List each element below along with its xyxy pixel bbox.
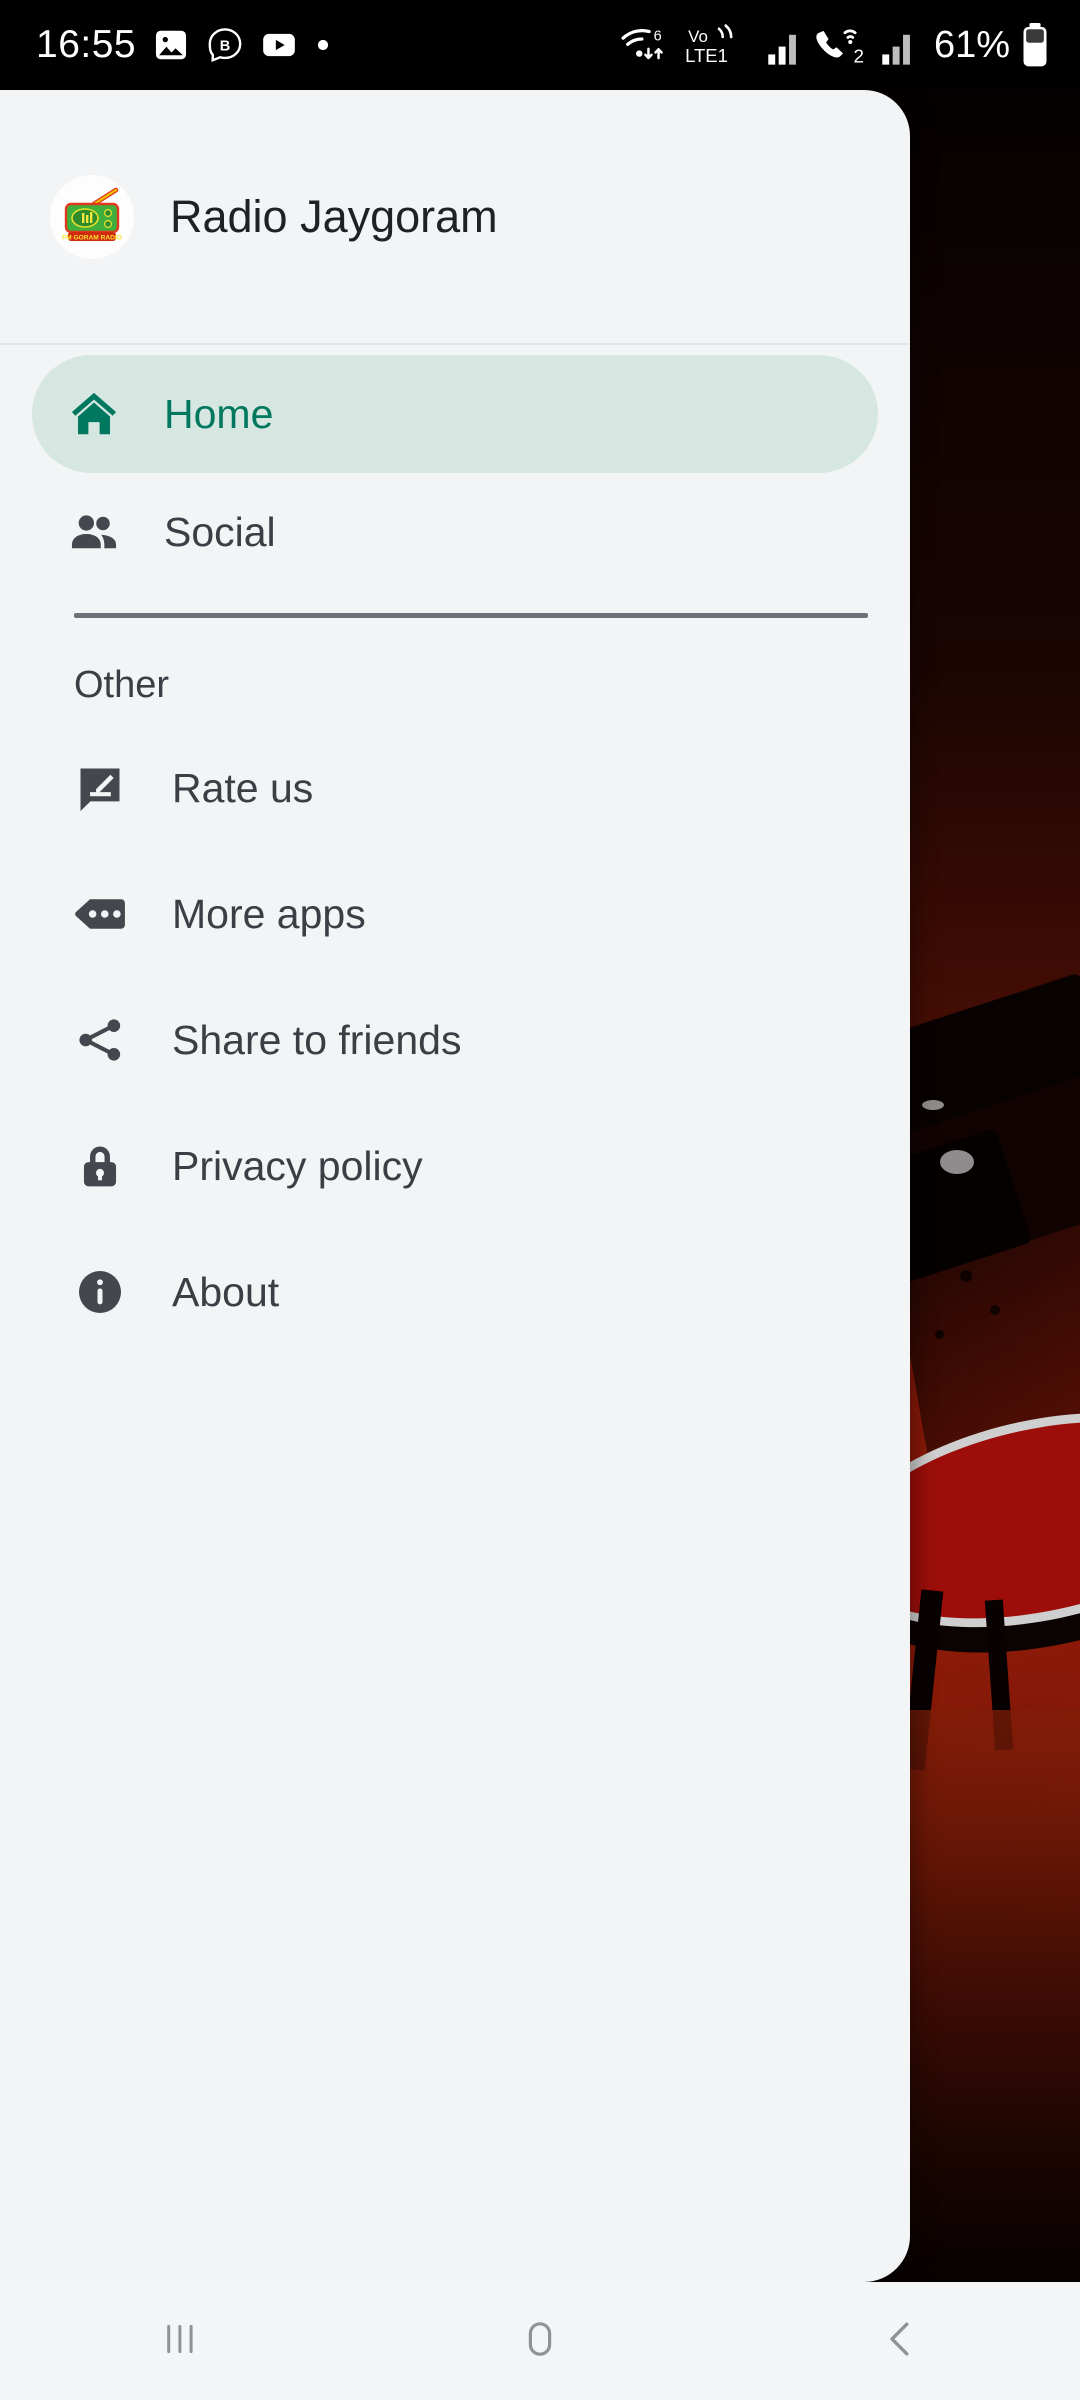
- nav-item-share-to-friends-label: Share to friends: [172, 1016, 462, 1063]
- status-bar-right: 6 Vo LTE1 2 61%: [620, 22, 1050, 68]
- svg-text:2: 2: [854, 45, 864, 66]
- more-notifications-dot-icon: [314, 36, 332, 54]
- bg-dot-3: [935, 1330, 944, 1339]
- more-apps-tag-icon: [72, 886, 128, 942]
- home-icon: [66, 386, 122, 442]
- signal-bars-2-icon: [880, 23, 916, 67]
- rate-review-icon: [72, 760, 128, 816]
- nav-item-about-label: About: [172, 1268, 280, 1315]
- radio-jaygoram-logo: FM GORAM RADIO: [50, 174, 134, 259]
- volte-lte1-icon: Vo LTE1: [682, 23, 756, 67]
- drawer-header: FM GORAM RADIO Radio Jaygoram: [0, 90, 910, 345]
- nav-item-more-apps[interactable]: More apps: [0, 851, 910, 977]
- app-title: Radio Jaygoram: [170, 190, 498, 242]
- nav-item-share-to-friends[interactable]: Share to friends: [0, 977, 910, 1103]
- nav-item-privacy-policy-label: Privacy policy: [172, 1142, 423, 1189]
- bg-speck-1: [922, 1100, 944, 1110]
- status-bar: 16:55 B 6 Vo LTE1 2 61%: [0, 0, 1080, 90]
- navigation-drawer: FM GORAM RADIO Radio Jaygoram Home Socia…: [0, 90, 910, 2282]
- home-pill-icon: [512, 2311, 568, 2372]
- nav-item-rate-us[interactable]: Rate us: [0, 725, 910, 851]
- recents-button[interactable]: [95, 2282, 265, 2400]
- gallery-icon: [152, 26, 190, 64]
- nav-item-privacy-policy[interactable]: Privacy policy: [0, 1103, 910, 1229]
- battery-icon: [1020, 22, 1050, 68]
- youtube-icon: [260, 26, 298, 64]
- back-button[interactable]: [815, 2282, 985, 2400]
- bg-dot-1: [960, 1270, 972, 1282]
- nav-item-social-label: Social: [164, 508, 276, 555]
- b-messenger-icon: B: [206, 26, 244, 64]
- back-chevron-icon: [872, 2311, 928, 2372]
- svg-text:FM GORAM RADIO: FM GORAM RADIO: [62, 234, 122, 241]
- recents-bars-icon: [152, 2311, 208, 2372]
- svg-text:Vo: Vo: [688, 27, 708, 46]
- info-icon: [72, 1264, 128, 1320]
- bg-dot-2: [990, 1305, 1000, 1315]
- lock-icon: [72, 1138, 128, 1194]
- home-button[interactable]: [455, 2282, 625, 2400]
- battery-percentage-label: 61%: [933, 23, 1010, 66]
- svg-text:LTE1: LTE1: [685, 45, 728, 66]
- section-label-other: Other: [74, 664, 170, 706]
- share-icon: [72, 1012, 128, 1068]
- nav-item-home-label: Home: [164, 390, 274, 437]
- system-navigation-bar: [0, 2282, 1080, 2400]
- nav-item-rate-us-label: Rate us: [172, 764, 314, 811]
- people-icon: [66, 504, 122, 560]
- nav-item-home[interactable]: Home: [32, 355, 878, 473]
- svg-text:6: 6: [654, 28, 662, 44]
- wifi-calling-2-icon: 2: [812, 23, 870, 67]
- status-bar-clock: 16:55: [36, 23, 137, 66]
- status-bar-left: 16:55 B: [36, 23, 332, 67]
- drawer-main-nav-list: Home Social: [0, 345, 910, 591]
- nav-item-social[interactable]: Social: [32, 473, 878, 591]
- drawer-other-list: Rate us More apps Share to friends Priva…: [0, 725, 910, 1355]
- signal-bars-1-icon: [766, 23, 802, 67]
- wifi-6-icon: 6: [620, 23, 672, 67]
- nav-item-more-apps-label: More apps: [172, 890, 366, 937]
- svg-text:B: B: [220, 39, 231, 55]
- nav-item-about[interactable]: About: [0, 1229, 910, 1355]
- bg-speck-2: [940, 1150, 974, 1174]
